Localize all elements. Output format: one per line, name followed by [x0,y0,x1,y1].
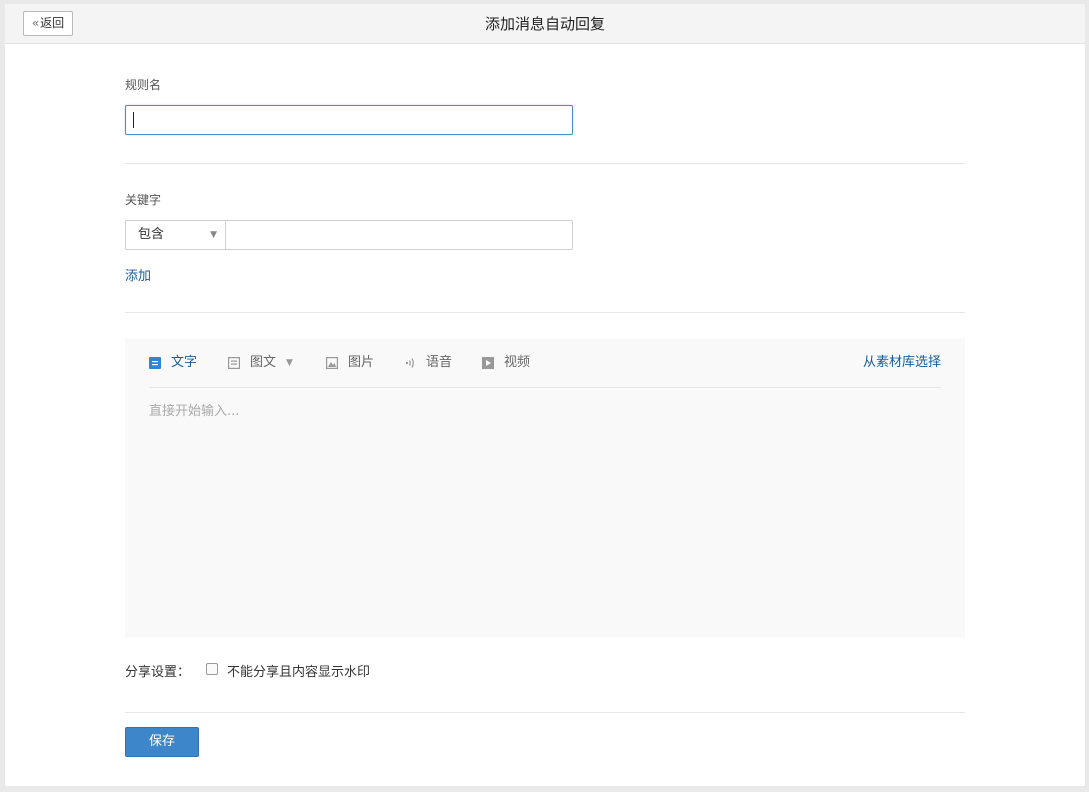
header-bar: «返回 添加消息自动回复 [5,4,1085,44]
page-title: 添加消息自动回复 [484,15,605,33]
auto-reply-window: «返回 添加消息自动回复 规则名 关键字 包含 ▼ 添加 文字 图文 ▼ 图片 … [5,4,1085,786]
keyword-input[interactable] [225,220,573,250]
tab-video-label: 视频 [504,355,531,370]
keyword-match-select[interactable]: 包含 ▼ [125,220,226,250]
reply-editor: 文字 图文 ▼ 图片 语音 视频 从素材库选择 直接开始输入... [125,338,965,638]
text-icon [149,357,161,369]
tab-image[interactable]: 图片 [326,354,376,372]
dropdown-arrow-icon: ▼ [210,230,217,240]
no-share-watermark-checkbox[interactable] [206,663,218,675]
divider [125,312,965,313]
video-icon [482,357,494,369]
tab-news-label: 图文 [250,355,277,370]
news-icon [228,357,240,369]
tab-news[interactable]: 图文 ▼ [228,354,298,372]
select-from-library-link[interactable]: 从素材库选择 [863,354,941,372]
voice-icon [405,358,414,368]
divider [125,163,965,164]
editor-toolbar: 文字 图文 ▼ 图片 语音 视频 从素材库选择 [149,338,941,388]
add-keyword-link[interactable]: 添加 [125,265,151,284]
tab-image-label: 图片 [348,355,375,370]
tab-video[interactable]: 视频 [482,354,532,372]
editor-placeholder: 直接开始输入... [149,404,240,419]
keyword-match-value: 包含 [138,227,165,242]
no-share-watermark-label[interactable]: 不能分享且内容显示水印 [227,661,370,680]
text-caret [133,112,134,128]
dropdown-arrow-icon: ▼ [286,358,293,368]
keyword-label: 关键字 [125,193,162,207]
tab-voice-label: 语音 [426,355,453,370]
image-icon [326,357,338,369]
reply-content-area[interactable]: 直接开始输入... [149,400,941,620]
tab-text-label: 文字 [171,355,198,370]
share-settings-label: 分享设置： [125,665,191,680]
rule-name-label: 规则名 [125,78,162,92]
save-button[interactable]: 保存 [125,727,199,757]
rule-name-input[interactable] [125,105,573,135]
tab-voice[interactable]: 语音 [404,354,454,372]
divider [125,712,965,713]
tab-text[interactable]: 文字 [149,354,199,372]
